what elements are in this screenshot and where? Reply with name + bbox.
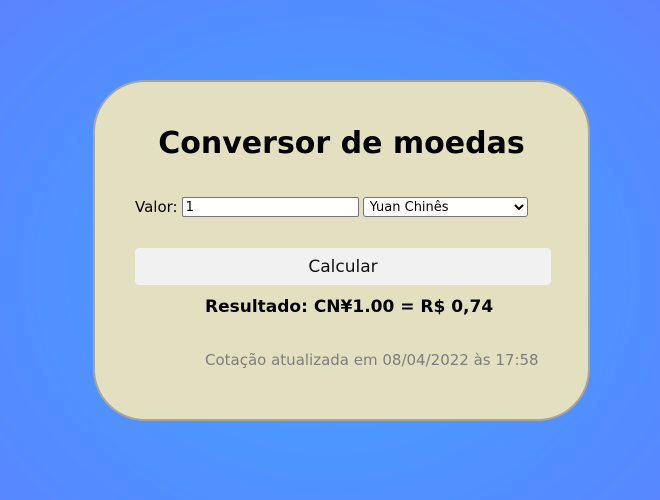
page-title: Conversor de moedas [158,126,525,161]
rate-update-note: Cotação atualizada em 08/04/2022 às 17:5… [205,351,539,369]
currency-select[interactable]: Yuan Chinês [362,197,528,217]
amount-row: Valor: Yuan Chinês [135,196,528,218]
calculate-button[interactable]: Calcular [135,248,551,285]
amount-input[interactable] [181,197,359,217]
conversion-result: Resultado: CN¥1.00 = R$ 0,74 [205,297,494,317]
amount-label: Valor: [135,198,178,216]
converter-card: Conversor de moedas Valor: Yuan Chinês C… [93,80,590,421]
